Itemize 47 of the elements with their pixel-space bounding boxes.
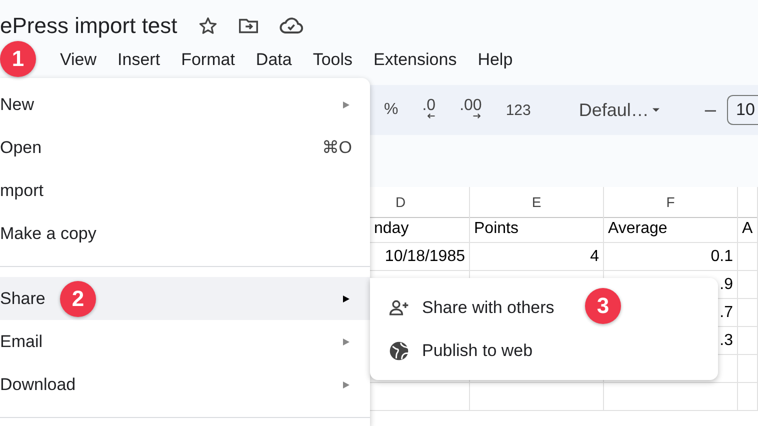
table-cell: Points (470, 215, 604, 243)
menu-item[interactable]: Open ⌘O (0, 126, 370, 169)
menu-bar-item[interactable]: Help (478, 50, 513, 70)
decrease-size-button[interactable]: – (696, 94, 726, 126)
column-header[interactable]: E (470, 187, 604, 218)
column-header[interactable] (738, 187, 758, 218)
menu-item[interactable]: Email (0, 320, 370, 363)
document-title[interactable]: ePress import test (0, 6, 178, 38)
submenu-arrow-icon (340, 378, 352, 390)
step-number-badge: 1 (0, 41, 36, 77)
table-cell (738, 243, 758, 271)
menu-item[interactable]: Download (0, 363, 370, 406)
increase-decimal-button[interactable]: .00 (450, 94, 491, 126)
submenu-arrow-icon (340, 292, 352, 304)
left-arrow-icon (426, 111, 436, 121)
percent-button[interactable]: % (375, 94, 408, 126)
menu-item[interactable]: Publish to web (370, 329, 539, 372)
table-cell: Average (604, 215, 738, 243)
font-dropdown[interactable]: Defaul… (570, 94, 672, 126)
menu-item[interactable]: Make a copy (0, 212, 370, 255)
star-icon (197, 14, 220, 36)
globe-icon (388, 340, 410, 362)
menu-bar-item[interactable]: Insert (118, 50, 160, 70)
menu-bar-item[interactable]: Format (181, 50, 235, 70)
table-cell: 4 (470, 243, 604, 271)
submenu-arrow-icon (340, 98, 352, 110)
menu-bar-item[interactable]: Extensions (374, 50, 457, 70)
table-cell (738, 383, 758, 411)
table-cell (738, 327, 758, 355)
table-cell (738, 299, 758, 327)
font-size-field[interactable]: 10 (727, 95, 758, 125)
decrease-decimal-button[interactable]: .0 (413, 94, 445, 126)
menu-bar-item[interactable]: Tools (312, 50, 353, 70)
menu-bar-item[interactable]: View (60, 50, 97, 70)
menu-item[interactable]: mport (0, 169, 370, 212)
menu-item[interactable]: Share with others (370, 286, 560, 329)
table-cell (738, 271, 758, 299)
column-header[interactable]: F (604, 187, 738, 218)
table-cell: 0.1 (604, 243, 738, 271)
table-cell (738, 355, 758, 383)
right-arrow-icon (472, 111, 482, 121)
number-format-button[interactable]: 123 (496, 94, 540, 126)
column-header[interactable]: D (370, 187, 470, 218)
table-cell: A (738, 215, 758, 243)
menu-bar-item[interactable]: Data (256, 50, 292, 70)
menu-item[interactable]: New (0, 83, 370, 126)
submenu-arrow-icon (340, 336, 352, 348)
